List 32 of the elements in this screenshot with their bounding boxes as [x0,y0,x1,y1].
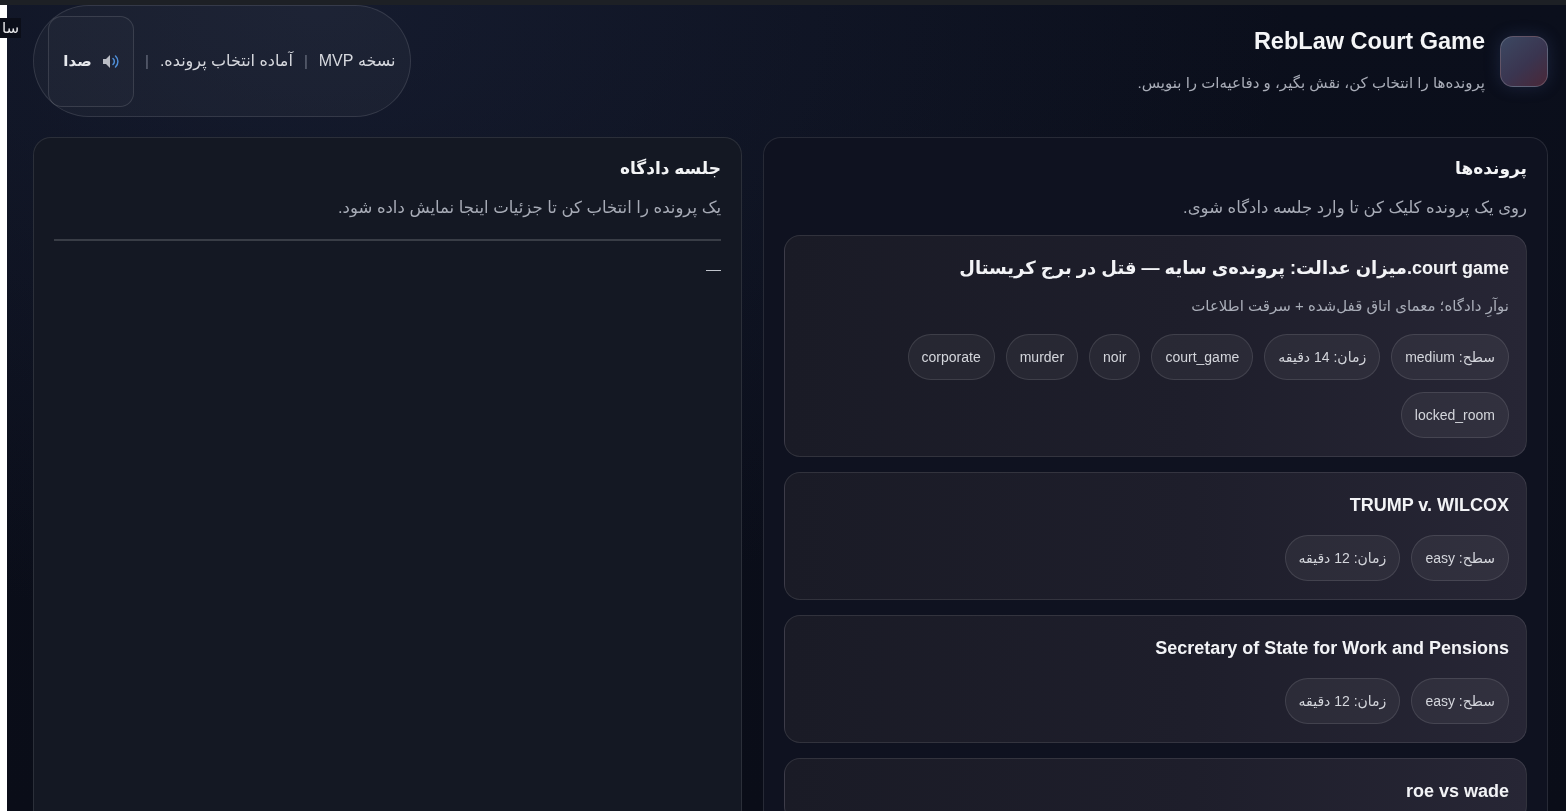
empty-dash: — [706,259,721,279]
panel-subtitle: روی یک پرونده کلیک کن تا وارد جلسه دادگاه شوی. [1182,197,1527,218]
case-tag: court_game [1151,334,1254,380]
case-title: roe vs wade [1404,780,1509,803]
case-tag: locked_room [1400,392,1509,438]
case-tag: noir [1089,334,1141,380]
speaker-icon [101,53,119,69]
app-title: RebLaw Court Game [1252,27,1485,55]
panel-title: جلسه دادگاه [618,157,721,180]
status-text: نسخه MVP [318,51,396,71]
case-tag: زمان: 14 دقیقه [1264,334,1381,380]
logo-icon [1500,35,1548,87]
case-tag: سطح: medium [1391,334,1509,380]
case-description: نوآرِ دادگاه؛ معمای اتاق قفل‌شده + سرقت اطلاعات [802,296,1509,316]
sound-button[interactable]: صدا [48,15,134,107]
separator: | [145,51,149,71]
case-tag: سطح: easy [1411,535,1509,581]
case-title: TRUMP v. WILCOX [1348,494,1509,517]
case-tag: زمان: 12 دقیقه [1284,678,1401,724]
case-title: Secretary of State for Work and Pensions [1154,637,1509,660]
case-tag: زمان: 12 دقیقه [1284,535,1401,581]
case-tag: corporate [907,334,995,380]
case-title: court game.میزان عدالت: پرونده‌ی سایه — قتل در برج کریستال [958,257,1509,280]
cut-text: سا [0,18,22,38]
panel-subtitle: یک پرونده را انتخاب کن تا جزئیات اینجا نمایش داده شود. [337,197,721,218]
status-text: آماده انتخاب پرونده. [159,51,293,71]
separator: | [303,51,308,71]
case-tag: murder [1005,334,1079,380]
case-tag: سطح: easy [1411,678,1509,724]
case-card[interactable]: roe vs wade [784,758,1527,811]
panel-title: پرونده‌ها [1454,158,1527,181]
app-subtitle: پرونده‌ها را انتخاب کن، نقش بگیر، و دفاعیه‌ات را بنویس. [1137,73,1485,93]
